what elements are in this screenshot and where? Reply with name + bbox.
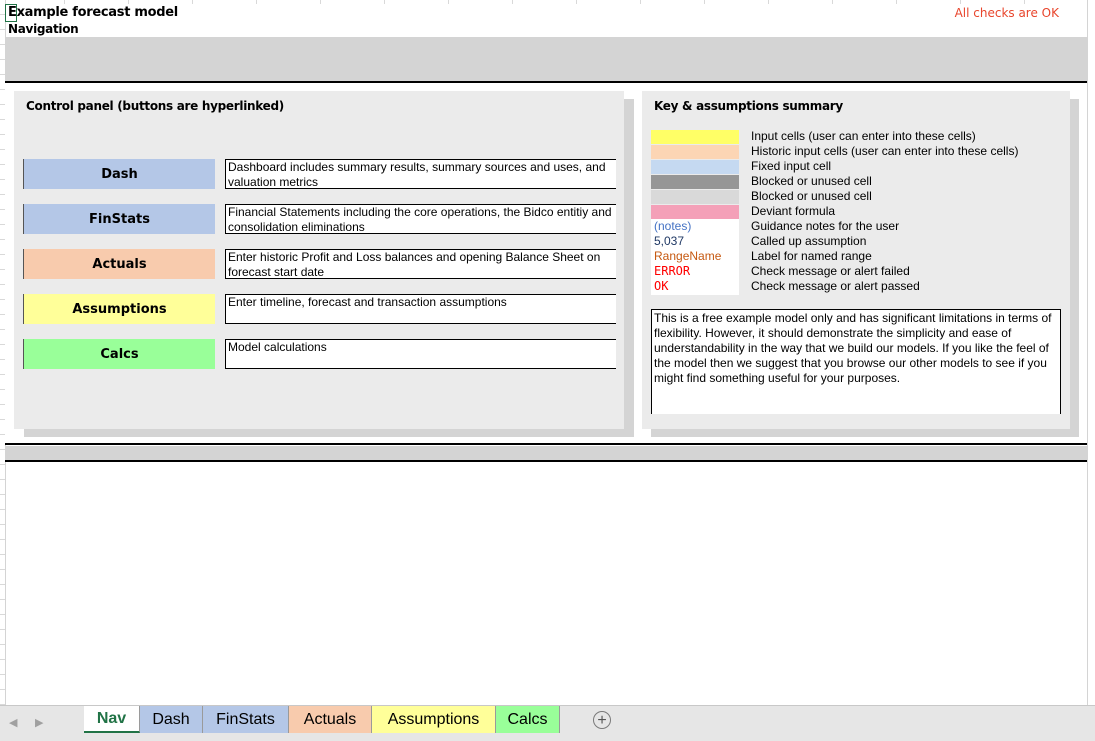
- header-band: [5, 37, 1087, 81]
- tab-assumptions[interactable]: Assumptions: [372, 706, 496, 733]
- key-label: Check message or alert failed: [751, 264, 910, 278]
- key-sample: (notes): [654, 219, 692, 233]
- column-gridlines: [0, 0, 1095, 4]
- key-label: Blocked or unused cell: [751, 174, 872, 188]
- key-label: Blocked or unused cell: [751, 189, 872, 203]
- key-label: Input cells (user can enter into these c…: [751, 129, 976, 143]
- nav-description-calcs: Model calculations: [225, 339, 616, 369]
- tab-finstats[interactable]: FinStats: [203, 706, 289, 733]
- key-label: Called up assumption: [751, 234, 867, 248]
- key-sample: ERROR: [654, 264, 691, 278]
- add-sheet-icon[interactable]: +: [593, 711, 611, 729]
- nav-description-actuals: Enter historic Profit and Loss balances …: [225, 249, 616, 279]
- checks-status: All checks are OK: [954, 6, 1059, 20]
- divider-bottom: [5, 460, 1087, 462]
- page-subtitle: Navigation: [8, 22, 79, 36]
- tab-actuals[interactable]: Actuals: [289, 706, 372, 733]
- key-swatch: [651, 130, 739, 144]
- control-panel-title: Control panel (buttons are hyperlinked): [26, 99, 284, 113]
- nav-button-assumptions[interactable]: Assumptions: [23, 294, 215, 324]
- key-label: Deviant formula: [751, 204, 836, 218]
- tab-dash[interactable]: Dash: [140, 706, 203, 733]
- spreadsheet[interactable]: Example forecast model Navigation All ch…: [0, 0, 1095, 741]
- divider-mid: [5, 443, 1087, 445]
- tab-scroll-left-icon[interactable]: ◀: [9, 716, 17, 729]
- nav-description-finstats: Financial Statements including the core …: [225, 204, 616, 234]
- nav-description-dash: Dashboard includes summary results, summ…: [225, 159, 616, 189]
- nav-button-dash[interactable]: Dash: [23, 159, 215, 189]
- key-swatch: [651, 205, 739, 219]
- key-sample: OK: [654, 279, 669, 293]
- right-gutter: [1087, 0, 1095, 705]
- key-sample: RangeName: [654, 249, 722, 263]
- key-label: Label for named range: [751, 249, 872, 263]
- tab-scroll-right-icon[interactable]: ▶: [35, 716, 43, 729]
- nav-button-calcs[interactable]: Calcs: [23, 339, 215, 369]
- nav-description-assumptions: Enter timeline, forecast and transaction…: [225, 294, 616, 324]
- key-label: Fixed input cell: [751, 159, 832, 173]
- key-swatch: [651, 145, 739, 159]
- tab-calcs[interactable]: Calcs: [496, 706, 560, 733]
- key-label: Guidance notes for the user: [751, 219, 900, 233]
- footer-band: [5, 446, 1087, 460]
- key-swatch: [651, 190, 739, 204]
- nav-button-finstats[interactable]: FinStats: [23, 204, 215, 234]
- key-label: Check message or alert passed: [751, 279, 920, 293]
- sheet-tab-bar: ◀ ▶ Nav Dash FinStats Actuals Assumptions Cal…: [0, 705, 1095, 741]
- key-swatch: [651, 175, 739, 189]
- notes-box: This is a free example model only and ha…: [651, 309, 1061, 414]
- page-title: Example forecast model: [8, 5, 178, 20]
- key-swatch: [651, 160, 739, 174]
- tab-nav[interactable]: Nav: [84, 706, 140, 733]
- key-label: Historic input cells (user can enter int…: [751, 144, 1019, 158]
- key-panel-title: Key & assumptions summary: [654, 99, 843, 113]
- nav-button-actuals[interactable]: Actuals: [23, 249, 215, 279]
- key-sample: 5,037: [654, 234, 685, 248]
